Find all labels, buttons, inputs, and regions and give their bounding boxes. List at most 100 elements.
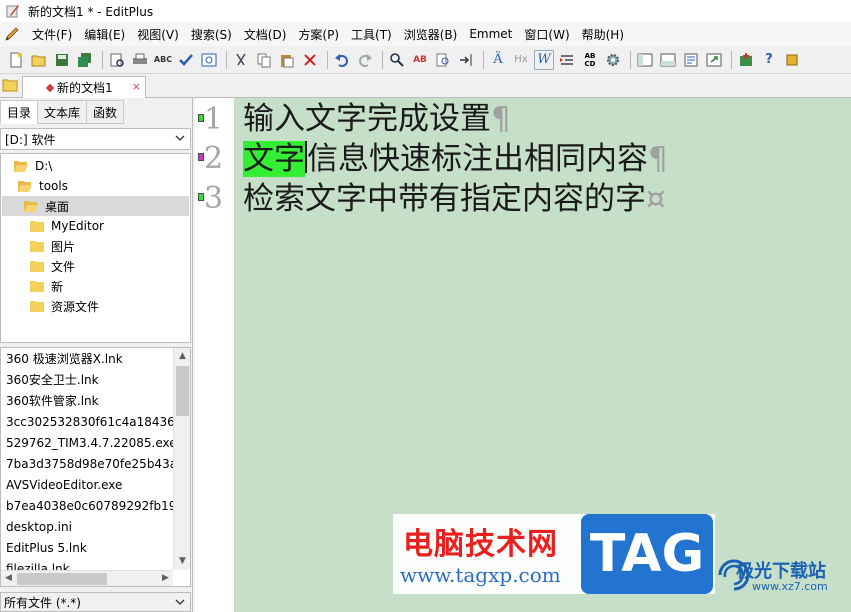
scroll-left-icon[interactable]: ◀ bbox=[3, 573, 14, 584]
scrollbar-thumb[interactable] bbox=[17, 573, 107, 585]
paste-icon[interactable] bbox=[277, 50, 297, 70]
file-list-item[interactable]: 529762_TIM3.4.7.22085.exe bbox=[6, 432, 173, 453]
scrollbar-thumb[interactable] bbox=[176, 366, 189, 416]
toolbar-separator bbox=[382, 50, 383, 69]
key-icon[interactable] bbox=[782, 50, 802, 70]
help-icon[interactable]: ? bbox=[759, 50, 779, 70]
hex-icon[interactable]: Hx bbox=[511, 50, 531, 70]
word-wrap-icon[interactable]: W bbox=[534, 49, 554, 70]
toolbar-separator bbox=[327, 50, 328, 69]
new-file-icon[interactable] bbox=[6, 50, 26, 70]
chevron-down-icon bbox=[175, 135, 185, 141]
folder-tree-item[interactable]: 图片 bbox=[29, 236, 75, 256]
folder-tree-item[interactable]: 文件 bbox=[29, 256, 75, 276]
menu-window[interactable]: 窗口(W) bbox=[518, 26, 575, 43]
file-filter-select[interactable]: 所有文件 (*.*) bbox=[0, 592, 191, 612]
drive-select[interactable]: [D:] 软件 bbox=[0, 128, 191, 150]
save-all-icon[interactable] bbox=[75, 50, 95, 70]
line-number-1: 1 bbox=[204, 102, 224, 137]
settings-icon[interactable] bbox=[603, 50, 623, 70]
folder-tree-label: MyEditor bbox=[51, 219, 104, 233]
delete-icon[interactable] bbox=[300, 50, 320, 70]
toggle-panel-icon[interactable] bbox=[635, 50, 655, 70]
cut-icon[interactable] bbox=[231, 50, 251, 70]
tab-functions[interactable]: 函数 bbox=[86, 100, 125, 124]
output-icon[interactable] bbox=[658, 50, 678, 70]
line-number-2: 2 bbox=[204, 141, 224, 176]
save-icon[interactable] bbox=[52, 50, 72, 70]
goto-icon[interactable] bbox=[456, 50, 476, 70]
close-tab-icon[interactable]: × bbox=[132, 80, 141, 93]
menu-search[interactable]: 搜索(S) bbox=[185, 26, 238, 43]
fullscreen-icon[interactable] bbox=[704, 50, 724, 70]
open-folder-icon bbox=[14, 160, 28, 172]
directory-icon[interactable] bbox=[736, 50, 756, 70]
print-preview-icon[interactable] bbox=[107, 50, 127, 70]
folder-tree-item[interactable]: MyEditor bbox=[29, 216, 104, 236]
file-list-item[interactable]: 360 极速浏览器X.lnk bbox=[6, 348, 173, 369]
document-tab-bar: 新的文档1 × bbox=[0, 74, 851, 98]
folder-icon bbox=[30, 260, 44, 272]
file-list-item[interactable]: 7ba3d3758d98e70fe25b43a0 bbox=[6, 453, 173, 474]
menu-emmet[interactable]: Emmet bbox=[463, 27, 518, 41]
scroll-up-icon[interactable]: ▲ bbox=[177, 351, 188, 362]
file-list[interactable]: 360 极速浏览器X.lnk 360安全卫士.lnk 360软件管家.lnk 3cc3… bbox=[0, 347, 191, 587]
folder-tree[interactable]: D:\ tools 桌面 MyEditor 图片 文件新资源文件 bbox=[0, 153, 191, 343]
folder-tree-item[interactable]: 新 bbox=[29, 276, 63, 296]
tab-directory[interactable]: 目录 bbox=[0, 100, 39, 124]
file-list-item[interactable]: desktop.ini bbox=[6, 516, 173, 537]
menu-document[interactable]: 文档(D) bbox=[238, 26, 293, 43]
file-list-item[interactable]: 360软件管家.lnk bbox=[6, 390, 173, 411]
font-icon[interactable]: Ä bbox=[488, 50, 508, 70]
abc-icon[interactable]: AB CD bbox=[580, 50, 600, 70]
file-list-item[interactable]: EditPlus 5.lnk bbox=[6, 537, 173, 558]
toolbar-separator bbox=[630, 50, 631, 69]
horizontal-scrollbar[interactable]: ◀ ▶ bbox=[1, 570, 173, 586]
spellcheck-icon[interactable]: ABC bbox=[153, 50, 173, 70]
folder-tree-item[interactable]: D:\ bbox=[13, 156, 52, 176]
folder-tree-item[interactable]: 资源文件 bbox=[29, 296, 99, 316]
folder-icon bbox=[30, 280, 44, 292]
menu-edit[interactable]: 编辑(E) bbox=[78, 26, 131, 43]
file-list-item[interactable]: 360安全卫士.lnk bbox=[6, 369, 173, 390]
tab-document[interactable]: 新的文档1 × bbox=[22, 76, 146, 98]
browser-icon[interactable] bbox=[199, 50, 219, 70]
open-icon[interactable] bbox=[29, 50, 49, 70]
folder-icon[interactable] bbox=[2, 78, 18, 92]
menu-file[interactable]: 文件(F) bbox=[26, 26, 78, 43]
vertical-scrollbar[interactable]: ▲ ▼ bbox=[173, 348, 190, 570]
menu-tools[interactable]: 工具(T) bbox=[345, 26, 398, 43]
scroll-right-icon[interactable]: ▶ bbox=[160, 573, 171, 584]
window-title: 新的文档1 * - EditPlus bbox=[28, 4, 154, 19]
line-text: 检索文字中带有指定内容的字 bbox=[243, 181, 646, 217]
chevron-down-icon bbox=[175, 599, 185, 605]
undo-icon[interactable] bbox=[332, 50, 352, 70]
tab-cliptext[interactable]: 文本库 bbox=[37, 100, 88, 124]
menu-browser[interactable]: 浏览器(B) bbox=[398, 26, 464, 43]
editplus-app-icon bbox=[6, 5, 19, 18]
folder-tree-item[interactable]: 桌面 bbox=[2, 196, 189, 216]
watermark-site-name: 电脑技术网 bbox=[403, 527, 558, 562]
menu-project[interactable]: 方案(P) bbox=[292, 26, 345, 43]
file-list-item[interactable]: AVSVideoEditor.exe bbox=[6, 474, 173, 495]
find-icon[interactable] bbox=[387, 50, 407, 70]
toolbar-separator bbox=[102, 50, 103, 69]
find-in-files-icon[interactable] bbox=[433, 50, 453, 70]
paragraph-mark: ¶ bbox=[491, 101, 511, 137]
menu-help[interactable]: 帮助(H) bbox=[576, 26, 630, 43]
file-list-item[interactable]: b7ea4038e0c60789292fb194 bbox=[6, 495, 173, 516]
redo-icon[interactable] bbox=[355, 50, 375, 70]
menu-view[interactable]: 视图(V) bbox=[131, 26, 185, 43]
file-list-item[interactable]: 3cc302532830f61c4a1843616 bbox=[6, 411, 173, 432]
check-icon[interactable] bbox=[176, 50, 196, 70]
folder-tree-item[interactable]: tools bbox=[17, 176, 68, 196]
print-icon[interactable] bbox=[130, 50, 150, 70]
copy-icon[interactable] bbox=[254, 50, 274, 70]
cliptext-icon[interactable] bbox=[681, 50, 701, 70]
replace-icon[interactable]: AB bbox=[410, 50, 430, 70]
scroll-down-icon[interactable]: ▼ bbox=[177, 556, 188, 567]
line-text: 输入文字完成设置 bbox=[243, 101, 491, 137]
folder-tree-label: tools bbox=[39, 179, 68, 193]
indent-icon[interactable] bbox=[557, 50, 577, 70]
tab-document-label: 新的文档1 bbox=[57, 81, 113, 95]
